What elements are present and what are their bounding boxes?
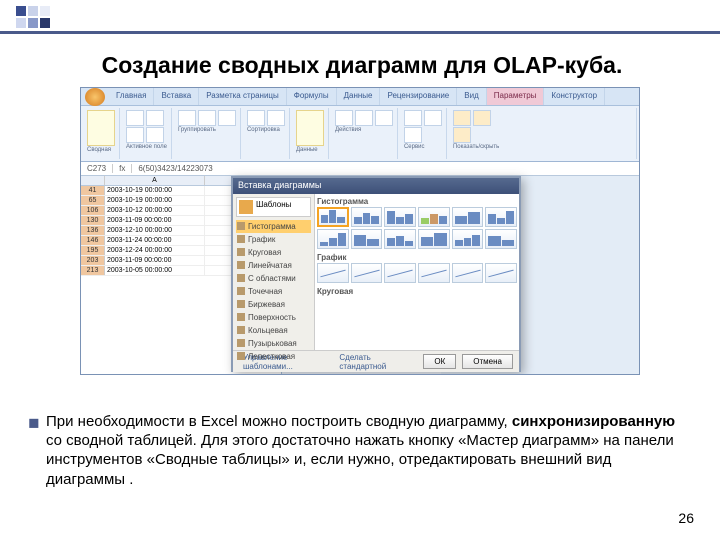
slide-title: Создание сводных диаграмм для OLAP-куба. bbox=[36, 52, 688, 79]
excel-screenshot: Главная Вставка Разметка страницы Формул… bbox=[80, 87, 640, 375]
ribbon-tab[interactable]: Формулы bbox=[287, 88, 337, 105]
chart-category-item[interactable]: График bbox=[236, 233, 311, 246]
chart-section-title: Круговая bbox=[317, 286, 517, 297]
chart-type-thumb[interactable] bbox=[418, 207, 450, 227]
chart-category-item[interactable]: Биржевая bbox=[236, 298, 311, 311]
body-text-part: При необходимости в Excel можно построит… bbox=[46, 413, 512, 430]
ribbon-button[interactable] bbox=[218, 110, 236, 126]
ribbon-tab[interactable]: Вставка bbox=[154, 88, 199, 105]
ribbon-button[interactable] bbox=[375, 110, 393, 126]
ribbon-tab[interactable]: Вид bbox=[457, 88, 486, 105]
cancel-button[interactable]: Отмена bbox=[462, 354, 513, 369]
ribbon-tab[interactable]: Разметка страницы bbox=[199, 88, 287, 105]
ribbon-tabs: Главная Вставка Разметка страницы Формул… bbox=[81, 88, 639, 106]
formula-value[interactable]: 6(50)3423/14223073 bbox=[132, 164, 218, 173]
slide-header-band bbox=[0, 0, 720, 34]
dialog-title: Вставка диаграммы bbox=[233, 178, 519, 194]
ribbon-button[interactable] bbox=[404, 127, 422, 143]
ribbon-button[interactable] bbox=[296, 110, 324, 146]
slide-body-text: ◼ При необходимости в Excel можно постро… bbox=[28, 412, 676, 489]
ribbon-button[interactable] bbox=[453, 127, 471, 143]
ribbon-button[interactable] bbox=[126, 110, 144, 126]
ribbon-button[interactable] bbox=[146, 110, 164, 126]
chart-type-thumb[interactable] bbox=[452, 229, 484, 249]
office-orb-icon[interactable] bbox=[85, 88, 105, 106]
ribbon-button[interactable] bbox=[267, 110, 285, 126]
chart-category-item[interactable]: Лепестковая bbox=[236, 350, 311, 363]
chart-type-thumb[interactable] bbox=[452, 263, 484, 283]
chart-type-thumb[interactable] bbox=[317, 207, 349, 227]
bullet-icon: ◼ bbox=[28, 412, 46, 489]
ribbon-tab[interactable]: Конструктор bbox=[544, 88, 605, 105]
ribbon-button[interactable] bbox=[198, 110, 216, 126]
dialog-main: Гистограмма График bbox=[315, 194, 519, 350]
formula-bar: C273 fx 6(50)3423/14223073 bbox=[81, 162, 639, 176]
chart-category-item[interactable]: Поверхность bbox=[236, 311, 311, 324]
set-default-link[interactable]: Сделать стандартной bbox=[335, 353, 411, 371]
chart-type-thumb[interactable] bbox=[317, 263, 349, 283]
chart-category-item[interactable]: Точечная bbox=[236, 285, 311, 298]
chart-category-item[interactable]: Круговая bbox=[236, 246, 311, 259]
chart-category-item[interactable]: С областями bbox=[236, 272, 311, 285]
body-text-part: со сводной таблицей. Для этого достаточн… bbox=[46, 432, 674, 487]
ribbon-button[interactable] bbox=[453, 110, 471, 126]
chart-type-thumb[interactable] bbox=[418, 229, 450, 249]
ribbon-button[interactable] bbox=[146, 127, 164, 143]
ribbon-button[interactable] bbox=[178, 110, 196, 126]
ribbon-tab[interactable]: Данные bbox=[337, 88, 381, 105]
chart-type-thumb[interactable] bbox=[452, 207, 484, 227]
page-number: 26 bbox=[678, 510, 694, 526]
chart-category-item[interactable]: Линейчатая bbox=[236, 259, 311, 272]
body-text-bold: синхронизированную bbox=[512, 413, 675, 430]
chart-type-thumb[interactable] bbox=[351, 263, 383, 283]
dialog-sidebar: Шаблоны ГистограммаГрафикКруговаяЛинейча… bbox=[233, 194, 315, 350]
chart-section-title: График bbox=[317, 252, 517, 263]
ribbon-button[interactable] bbox=[355, 110, 373, 126]
chart-type-thumb[interactable] bbox=[485, 229, 517, 249]
name-box[interactable]: C273 bbox=[81, 164, 113, 173]
ribbon-button[interactable] bbox=[87, 110, 115, 146]
decorative-squares bbox=[16, 6, 50, 28]
ribbon-button[interactable] bbox=[473, 110, 491, 126]
ribbon-button[interactable] bbox=[247, 110, 265, 126]
ribbon-button[interactable] bbox=[424, 110, 442, 126]
col-header[interactable]: A bbox=[105, 176, 205, 185]
chart-type-thumb[interactable] bbox=[485, 263, 517, 283]
chart-type-thumb[interactable] bbox=[351, 207, 383, 227]
ok-button[interactable]: ОК bbox=[423, 354, 456, 369]
col-header[interactable] bbox=[81, 176, 105, 185]
chart-type-thumb[interactable] bbox=[384, 263, 416, 283]
chart-category-item[interactable]: Кольцевая bbox=[236, 324, 311, 337]
chart-category-item[interactable]: Гистограмма bbox=[236, 220, 311, 233]
insert-chart-dialog: Вставка диаграммы Шаблоны ГистограммаГра… bbox=[231, 176, 521, 372]
chart-type-thumb[interactable] bbox=[384, 207, 416, 227]
chart-category-item[interactable]: Пузырьковая bbox=[236, 337, 311, 350]
ribbon-button[interactable] bbox=[126, 127, 144, 143]
chart-type-thumb[interactable] bbox=[485, 207, 517, 227]
chart-type-thumb[interactable] bbox=[384, 229, 416, 249]
ribbon-button[interactable] bbox=[404, 110, 422, 126]
ribbon-button[interactable] bbox=[335, 110, 353, 126]
chart-type-thumb[interactable] bbox=[418, 263, 450, 283]
ribbon-tab-active[interactable]: Параметры bbox=[487, 88, 545, 105]
chart-type-thumb[interactable] bbox=[317, 229, 349, 249]
dialog-templates-header[interactable]: Шаблоны bbox=[236, 197, 311, 217]
ribbon-tab[interactable]: Рецензирование bbox=[380, 88, 457, 105]
ribbon-tab[interactable]: Главная bbox=[109, 88, 154, 105]
ribbon-body: Сводная Активное поле Группировать Сорти… bbox=[81, 106, 639, 162]
folder-icon bbox=[239, 200, 253, 214]
chart-type-thumb[interactable] bbox=[351, 229, 383, 249]
chart-section-title: Гистограмма bbox=[317, 196, 517, 207]
